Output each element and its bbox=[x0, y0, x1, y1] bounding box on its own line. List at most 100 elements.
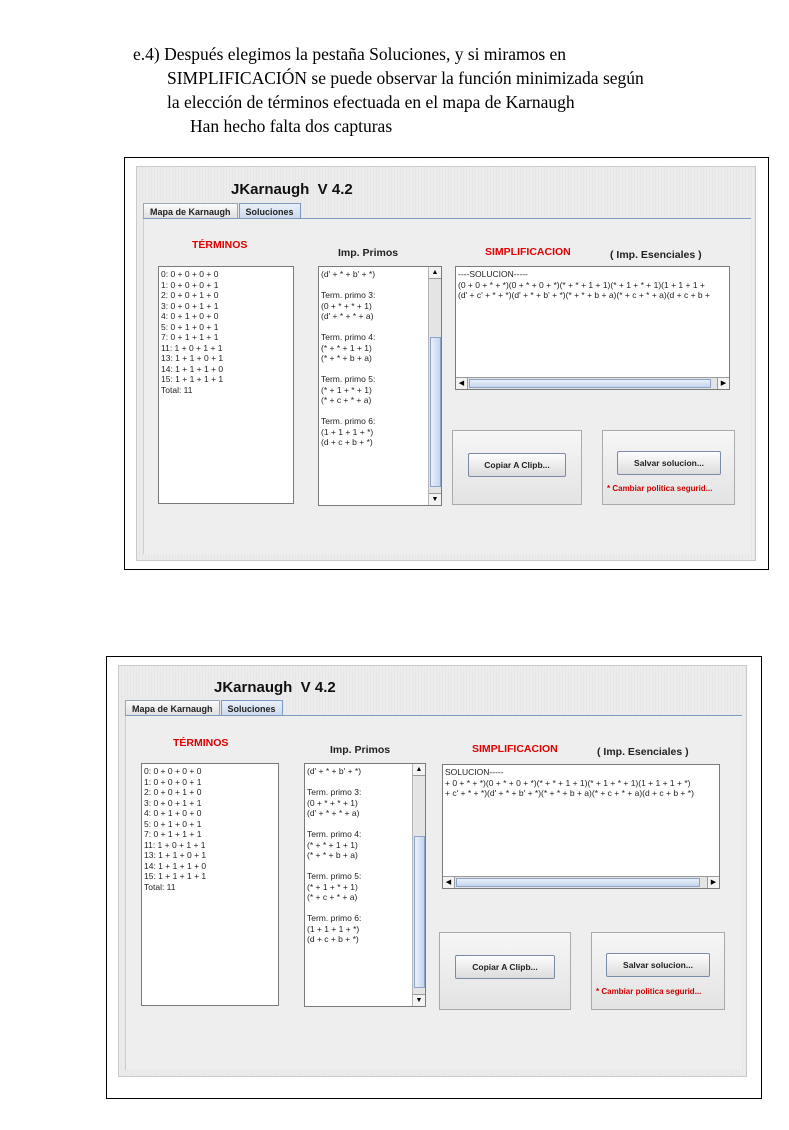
primo-line: (d' + * + b' + *) bbox=[321, 269, 376, 279]
copy-to-clipboard-button[interactable]: Copiar A Clipb... bbox=[468, 453, 566, 477]
primos-list[interactable]: (d' + * + b' + *) Term. primo 3: (0 + * … bbox=[318, 266, 442, 506]
simplificacion-label: SIMPLIFICACION bbox=[472, 743, 558, 755]
primo-line bbox=[307, 777, 411, 788]
primo-line: Term. primo 4: bbox=[321, 332, 376, 342]
app-title: JKarnaugh V 4.2 bbox=[214, 679, 336, 696]
terminos-label: TÉRMINOS bbox=[192, 239, 248, 251]
termino-item: 7: 0 + 1 + 1 + 1 bbox=[161, 332, 219, 342]
termino-total: Total: 11 bbox=[144, 881, 176, 892]
scroll-thumb[interactable] bbox=[456, 878, 700, 887]
termino-item: 1: 0 + 0 + 0 + 1 bbox=[161, 279, 219, 290]
termino-item: 15: 1 + 1 + 1 + 1 bbox=[144, 871, 207, 881]
scroll-right-icon[interactable]: ▶ bbox=[707, 877, 719, 888]
scroll-left-icon[interactable]: ◀ bbox=[443, 877, 455, 888]
copy-button-area: Copiar A Clipb... bbox=[452, 430, 582, 505]
scroll-left-icon[interactable]: ◀ bbox=[456, 378, 468, 389]
jkarnaugh-window: JKarnaugh V 4.2 Mapa de Karnaugh Solucio… bbox=[118, 665, 747, 1077]
screenshot-capture-1: JKarnaugh V 4.2 Mapa de Karnaugh Solucio… bbox=[124, 157, 769, 570]
termino-item: 11: 1 + 0 + 1 + 1 bbox=[161, 342, 223, 353]
primo-line: Term. primo 3: bbox=[307, 787, 362, 797]
simplificacion-line: (0 + 0 + * + *)(0 + * + 0 + *)(* + * + 1… bbox=[458, 279, 705, 290]
termino-item: 13: 1 + 1 + 0 + 1 bbox=[161, 353, 224, 363]
primo-line: (0 + * + * + 1) bbox=[307, 797, 358, 808]
termino-item: 5: 0 + 1 + 0 + 1 bbox=[144, 818, 202, 829]
esenciales-label: ( Imp. Esenciales ) bbox=[597, 746, 689, 758]
primo-line: (d + c + b + *) bbox=[307, 934, 359, 944]
copy-to-clipboard-button[interactable]: Copiar A Clipb... bbox=[455, 955, 555, 979]
primos-vertical-scrollbar[interactable]: ▲ ▼ bbox=[412, 764, 425, 1006]
primo-line: (* + * + 1 + 1) bbox=[321, 342, 372, 353]
termino-item: 1: 0 + 0 + 0 + 1 bbox=[144, 776, 202, 787]
termino-item: 2: 0 + 0 + 1 + 0 bbox=[161, 290, 219, 300]
primo-line: (* + * + b + a) bbox=[321, 353, 372, 363]
save-button-area: Salvar solucion... * Cambiar politica se… bbox=[602, 430, 735, 505]
primo-line: (1 + 1 + 1 + *) bbox=[321, 426, 374, 437]
termino-item: 4: 0 + 1 + 0 + 0 bbox=[161, 311, 219, 321]
terminos-label: TÉRMINOS bbox=[173, 737, 229, 749]
scroll-right-icon[interactable]: ▶ bbox=[717, 378, 729, 389]
simplificacion-box[interactable]: SOLUCION----- + 0 + * + *)(0 + * + 0 + *… bbox=[442, 764, 720, 889]
simplificacion-horizontal-scrollbar[interactable]: ◀ ▶ bbox=[456, 377, 729, 389]
primo-line: Term. primo 3: bbox=[321, 290, 376, 300]
termino-item: 0: 0 + 0 + 0 + 0 bbox=[161, 269, 219, 279]
primo-line: (* + c + * + a) bbox=[307, 892, 358, 902]
scroll-thumb[interactable] bbox=[414, 836, 425, 988]
doc-line-4: Han hecho falta dos capturas bbox=[190, 116, 393, 136]
primo-line: (1 + 1 + 1 + *) bbox=[307, 923, 360, 934]
app-title: JKarnaugh V 4.2 bbox=[231, 181, 353, 198]
primo-line: (0 + * + * + 1) bbox=[321, 300, 372, 311]
scroll-thumb[interactable] bbox=[430, 337, 441, 487]
policy-warning: * Cambiar politica segurid... bbox=[607, 484, 713, 493]
primo-line: Term. primo 5: bbox=[307, 871, 362, 881]
document-paragraph: e.4) Después elegimos la pestaña Solucio… bbox=[133, 42, 753, 138]
primo-line: Term. primo 5: bbox=[321, 374, 376, 384]
simplificacion-line: + c' + * + *)(d' + * + b' + *)(* + * + b… bbox=[445, 788, 694, 798]
termino-total: Total: 11 bbox=[161, 384, 193, 395]
primos-list[interactable]: (d' + * + b' + *) Term. primo 3: (0 + * … bbox=[304, 763, 426, 1007]
termino-item: 7: 0 + 1 + 1 + 1 bbox=[144, 829, 202, 839]
simplificacion-line: SOLUCION----- bbox=[445, 767, 504, 777]
primo-line: (d' + * + * + a) bbox=[307, 808, 360, 818]
scroll-down-icon[interactable]: ▼ bbox=[429, 493, 441, 505]
esenciales-label: ( Imp. Esenciales ) bbox=[610, 249, 702, 261]
termino-item: 14: 1 + 1 + 1 + 0 bbox=[144, 860, 207, 871]
scroll-thumb[interactable] bbox=[469, 379, 711, 388]
simplificacion-label: SIMPLIFICACION bbox=[485, 246, 571, 258]
simplificacion-horizontal-scrollbar[interactable]: ◀ ▶ bbox=[443, 876, 719, 888]
terminos-list[interactable]: 0: 0 + 0 + 0 + 0 1: 0 + 0 + 0 + 1 2: 0 +… bbox=[158, 266, 294, 504]
soluciones-panel: TÉRMINOS Imp. Primos SIMPLIFICACION ( Im… bbox=[143, 219, 751, 554]
policy-warning: * Cambiar politica segurid... bbox=[596, 987, 702, 996]
primos-label: Imp. Primos bbox=[338, 247, 399, 259]
primo-line: Term. primo 4: bbox=[307, 829, 362, 839]
save-solution-button[interactable]: Salvar solucion... bbox=[617, 451, 721, 475]
simplificacion-box[interactable]: ----SOLUCION----- (0 + 0 + * + *)(0 + * … bbox=[455, 266, 730, 390]
termino-item: 3: 0 + 0 + 1 + 1 bbox=[161, 300, 219, 311]
primo-line: (* + 1 + * + 1) bbox=[307, 881, 358, 892]
termino-item: 15: 1 + 1 + 1 + 1 bbox=[161, 374, 224, 384]
scroll-down-icon[interactable]: ▼ bbox=[413, 994, 425, 1006]
screenshot-capture-2: JKarnaugh V 4.2 Mapa de Karnaugh Solucio… bbox=[106, 656, 762, 1099]
primo-line bbox=[307, 861, 411, 872]
primo-line bbox=[307, 819, 411, 830]
soluciones-panel: TÉRMINOS Imp. Primos SIMPLIFICACION ( Im… bbox=[125, 716, 742, 1070]
termino-item: 3: 0 + 0 + 1 + 1 bbox=[144, 797, 202, 808]
primo-line: (d' + * + b' + *) bbox=[307, 766, 362, 776]
termino-item: 14: 1 + 1 + 1 + 0 bbox=[161, 363, 224, 374]
save-button-area: Salvar solucion... * Cambiar politica se… bbox=[591, 932, 725, 1010]
primo-line: (* + c + * + a) bbox=[321, 395, 372, 405]
primo-line bbox=[321, 322, 427, 333]
simplificacion-line: (d' + c' + * + *)(d' + * + b' + *)(* + *… bbox=[458, 290, 710, 300]
scroll-up-icon[interactable]: ▲ bbox=[429, 267, 441, 279]
terminos-list[interactable]: 0: 0 + 0 + 0 + 0 1: 0 + 0 + 0 + 1 2: 0 +… bbox=[141, 763, 279, 1006]
primo-line: (* + 1 + * + 1) bbox=[321, 384, 372, 395]
termino-item: 13: 1 + 1 + 0 + 1 bbox=[144, 850, 207, 860]
primos-vertical-scrollbar[interactable]: ▲ ▼ bbox=[428, 267, 441, 505]
doc-line-2: SIMPLIFICACIÓN se puede observar la func… bbox=[167, 68, 644, 88]
primo-line: (d + c + b + *) bbox=[321, 437, 373, 447]
termino-item: 2: 0 + 0 + 1 + 0 bbox=[144, 787, 202, 797]
copy-button-area: Copiar A Clipb... bbox=[439, 932, 571, 1010]
termino-item: 11: 1 + 0 + 1 + 1 bbox=[144, 839, 206, 850]
simplificacion-line: + 0 + * + *)(0 + * + 0 + *)(* + * + 1 + … bbox=[445, 777, 691, 788]
scroll-up-icon[interactable]: ▲ bbox=[413, 764, 425, 776]
save-solution-button[interactable]: Salvar solucion... bbox=[606, 953, 710, 977]
